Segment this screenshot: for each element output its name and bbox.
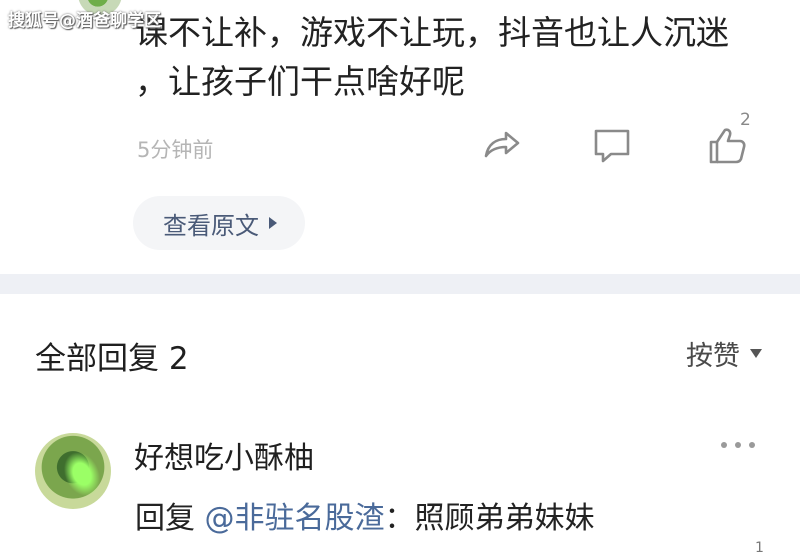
post-text-line-2: ，让孩子们干点啥好呢 <box>135 62 465 101</box>
view-original-button[interactable]: 查看原文 <box>133 196 305 250</box>
section-divider <box>0 274 800 294</box>
post-like-count: 2 <box>740 110 751 130</box>
post-timestamp: 5分钟前 <box>137 138 214 162</box>
reply-author-name[interactable]: 好想吃小酥柚 <box>134 433 314 477</box>
reply-content: 回复 @非驻名股渣：照顾弟弟妹妹 <box>135 493 595 537</box>
post-action-bar: 5分钟前 2 <box>0 110 800 178</box>
post-text-line-1: 课不让补，游戏不让玩，抖音也让人沉迷 <box>135 13 729 52</box>
view-original-label: 查看原文 <box>163 211 259 240</box>
comment-icon[interactable] <box>589 122 635 168</box>
reply-prefix: 回复 <box>135 501 205 536</box>
avatar[interactable] <box>35 433 111 509</box>
reply-like-count: 1 <box>755 540 764 555</box>
replies-header: 全部回复 2 <box>35 341 189 377</box>
watermark: 搜狐号@酒爸聊学区 <box>8 11 161 31</box>
triangle-right-icon <box>269 217 277 229</box>
sort-label: 按赞 <box>686 341 740 372</box>
caret-down-icon <box>750 349 762 358</box>
sort-dropdown[interactable]: 按赞 <box>686 334 762 373</box>
reply-mention-link[interactable]: @非驻名股渣 <box>205 501 385 536</box>
reply-text: ：照顾弟弟妹妹 <box>384 501 595 536</box>
share-icon[interactable] <box>478 122 524 168</box>
more-dots-icon[interactable] <box>718 435 758 455</box>
page: 搜狐号@酒爸聊学区 课不让补，游戏不让玩，抖音也让人沉迷 ，让孩子们干点啥好呢 … <box>0 0 800 555</box>
post-content: 课不让补，游戏不让玩，抖音也让人沉迷 ，让孩子们干点啥好呢 <box>135 8 775 106</box>
